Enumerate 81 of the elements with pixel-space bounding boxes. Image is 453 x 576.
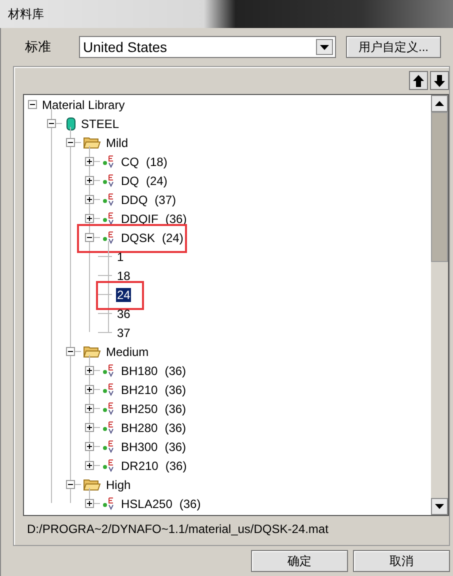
scrollbar[interactable] xyxy=(431,95,448,515)
folder-icon xyxy=(83,478,101,491)
tree-item[interactable]: DDQ xyxy=(120,192,149,206)
material-icon xyxy=(102,440,116,453)
tree-item[interactable]: High xyxy=(105,478,132,492)
expand-icon[interactable] xyxy=(85,499,94,508)
material-icon xyxy=(102,193,116,206)
scroll-down-icon xyxy=(435,504,444,509)
tree-item[interactable]: DR210 xyxy=(120,458,160,472)
tree-item[interactable]: 36 xyxy=(116,306,132,320)
tree-item[interactable]: BH250 xyxy=(120,402,159,416)
folder-icon xyxy=(83,136,101,149)
expand-icon[interactable] xyxy=(85,176,94,185)
tree-item[interactable]: Medium xyxy=(105,344,150,358)
material-icon xyxy=(102,212,116,225)
cylinder-icon xyxy=(66,116,76,130)
tree-item[interactable]: 1 xyxy=(116,250,125,264)
collapse-icon[interactable] xyxy=(47,119,56,128)
item-count: (24) xyxy=(146,174,168,188)
material-icon xyxy=(102,383,116,396)
material-icon xyxy=(102,497,116,510)
scroll-down-icon xyxy=(320,44,329,50)
up-arrow-icon xyxy=(413,74,424,86)
tree-item[interactable]: 18 xyxy=(116,268,132,282)
expand-icon[interactable] xyxy=(85,423,94,432)
folder-icon xyxy=(83,345,101,358)
expand-icon[interactable] xyxy=(85,195,94,204)
item-count: (36) xyxy=(165,458,187,472)
tree-item[interactable]: 24 xyxy=(116,288,132,302)
item-count: (37) xyxy=(154,192,176,206)
material-icon xyxy=(102,421,116,434)
collapse-icon[interactable] xyxy=(66,480,75,489)
tree-item[interactable]: Mild xyxy=(105,136,130,150)
expand-icon[interactable] xyxy=(85,404,94,413)
material-icon xyxy=(102,231,116,244)
item-count: (18) xyxy=(146,154,168,168)
tree-item[interactable]: BH280 xyxy=(120,420,159,434)
tree-item[interactable]: CQ xyxy=(120,154,140,168)
material-icon xyxy=(102,459,116,472)
item-count: (36) xyxy=(179,496,201,510)
expand-icon[interactable] xyxy=(85,442,94,451)
expand-icon[interactable] xyxy=(85,214,94,223)
tree-item[interactable]: STEEL xyxy=(80,116,120,130)
tree-item[interactable]: DDQIF xyxy=(120,212,160,226)
move-up-button[interactable] xyxy=(409,71,428,90)
collapse-icon[interactable] xyxy=(66,138,75,147)
material-icon xyxy=(102,155,116,168)
file-path: D:/PROGRA~2/DYNAFO~1.1/material_us/DQSK-24.mat xyxy=(26,521,330,538)
material-icon xyxy=(102,402,116,415)
down-arrow-icon xyxy=(434,74,445,86)
tree-item[interactable]: HSLA250 xyxy=(120,496,174,510)
expand-icon[interactable] xyxy=(85,385,94,394)
standard-label: 标准 xyxy=(24,38,52,56)
expand-icon[interactable] xyxy=(85,461,94,470)
scroll-up-icon xyxy=(435,101,444,106)
collapse-icon[interactable] xyxy=(85,233,94,242)
collapse-icon[interactable] xyxy=(66,347,75,356)
collapse-icon[interactable] xyxy=(28,100,37,109)
expand-icon[interactable] xyxy=(85,157,94,166)
move-down-button[interactable] xyxy=(430,71,449,90)
ok-button[interactable]: 确定 xyxy=(251,550,348,572)
item-count: (24) xyxy=(162,230,184,244)
tree-item[interactable]: Material Library xyxy=(41,98,126,112)
item-count: (36) xyxy=(164,420,186,434)
item-count: (36) xyxy=(164,440,186,454)
custom-button[interactable]: 用户自定义... xyxy=(346,36,441,58)
window-title: 材料库 xyxy=(8,6,44,22)
tree-item[interactable]: DQ xyxy=(120,174,140,188)
tree-item[interactable]: BH180 xyxy=(120,364,159,378)
item-count: (36) xyxy=(164,364,186,378)
expand-icon[interactable] xyxy=(85,366,94,375)
item-count: (36) xyxy=(164,402,186,416)
material-icon xyxy=(102,174,116,187)
material-icon xyxy=(102,364,116,377)
tree-item[interactable]: BH300 xyxy=(120,440,159,454)
cancel-button[interactable]: 取消 xyxy=(353,550,450,572)
item-count: (36) xyxy=(164,382,186,396)
tree-item[interactable]: 37 xyxy=(116,326,132,340)
standard-dropdown[interactable]: United States xyxy=(79,36,336,58)
tree-item[interactable]: DQSK xyxy=(120,230,156,244)
tree-item[interactable]: BH210 xyxy=(120,382,159,396)
